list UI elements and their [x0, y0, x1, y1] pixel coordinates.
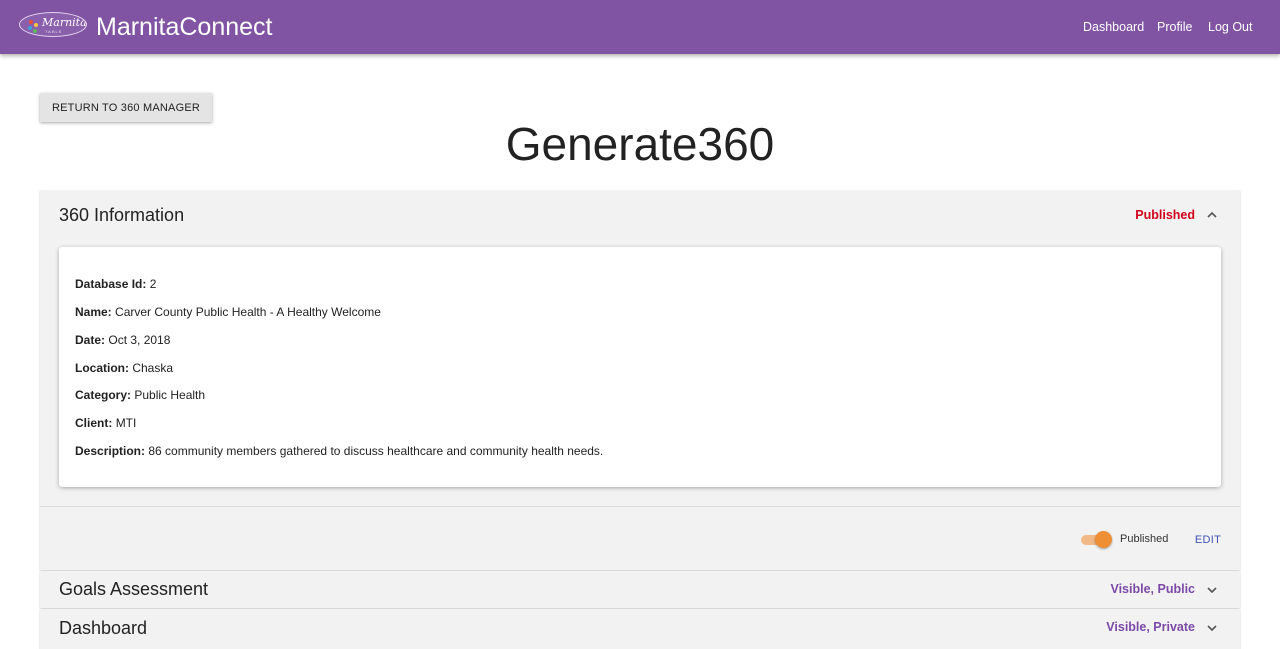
logo-dot-blue — [28, 26, 32, 30]
logo-dot-green — [33, 29, 37, 33]
dashboard-visibility-status: Visible, Private — [1106, 620, 1195, 634]
field-label: Database Id: — [75, 277, 147, 291]
field-label: Description: — [75, 444, 146, 458]
field-value: Oct 3, 2018 — [108, 333, 171, 347]
goals-assessment-panel: Goals Assessment Visible, Public — [40, 571, 1240, 608]
nav-dashboard-link[interactable]: Dashboard — [1083, 20, 1144, 34]
info-panel-title: 360 Information — [59, 205, 185, 225]
page-title: Generate360 — [505, 118, 775, 170]
info-details-card: Database Id: 2 Name: Carver County Publi… — [59, 247, 1221, 487]
marnitas-table-logo[interactable]: Marnita's TABLE — [19, 12, 87, 37]
info-row-name: Name: Carver County Public Health - A He… — [75, 305, 381, 319]
goals-assessment-panel-header[interactable]: Goals Assessment Visible, Public — [40, 571, 1240, 608]
info-row-location: Location: Chaska — [75, 361, 173, 375]
info-row-category: Category: Public Health — [75, 388, 205, 402]
chevron-down-icon[interactable] — [1206, 622, 1218, 634]
goals-assessment-title: Goals Assessment — [59, 579, 209, 599]
field-value: Chaska — [132, 361, 174, 375]
published-status-badge: Published — [1135, 208, 1195, 222]
field-value: 2 — [149, 277, 157, 291]
goals-visibility-status: Visible, Public — [1110, 582, 1195, 596]
logo-dot-yellow — [34, 23, 38, 27]
info-row-date: Date: Oct 3, 2018 — [75, 333, 170, 347]
logo-script-text: Marnita's — [42, 16, 87, 29]
field-label: Category: — [75, 388, 132, 402]
field-value: MTI — [115, 416, 137, 430]
brand-title[interactable]: MarnitaConnect — [96, 13, 272, 42]
dashboard-panel-header[interactable]: Dashboard Visible, Private — [40, 609, 1240, 649]
info-panel: 360 Information Published Database Id: 2… — [40, 190, 1240, 570]
app-bar: Marnita's TABLE MarnitaConnect Dashboard… — [0, 0, 1280, 54]
info-panel-header[interactable]: 360 Information Published — [40, 190, 1240, 242]
nav-logout-link[interactable]: Log Out — [1208, 20, 1252, 34]
field-value: Public Health — [134, 388, 206, 402]
toggle-thumb — [1095, 531, 1112, 548]
field-label: Date: — [75, 333, 106, 347]
chevron-up-icon[interactable] — [1206, 209, 1218, 221]
edit-button[interactable]: EDIT — [1188, 528, 1228, 552]
published-toggle-label: Published — [1120, 533, 1169, 545]
field-label: Client: — [75, 416, 113, 430]
nav-profile-link[interactable]: Profile — [1157, 20, 1192, 34]
info-row-client: Client: MTI — [75, 416, 136, 430]
info-row-database-id: Database Id: 2 — [75, 277, 156, 291]
field-label: Name: — [75, 305, 112, 319]
field-label: Location: — [75, 361, 129, 375]
dashboard-panel: Dashboard Visible, Private — [40, 609, 1240, 649]
logo-dot-red — [29, 20, 33, 24]
logo-sub-text: TABLE — [45, 29, 63, 34]
chevron-down-icon[interactable] — [1206, 584, 1218, 596]
info-row-description: Description: 86 community members gather… — [75, 444, 603, 458]
dashboard-title: Dashboard — [59, 618, 148, 638]
panel-actions-divider — [40, 506, 1240, 507]
field-value: 86 community members gathered to discuss… — [148, 444, 604, 458]
published-toggle[interactable] — [1081, 531, 1112, 549]
field-value: Carver County Public Health - A Healthy … — [115, 305, 381, 319]
